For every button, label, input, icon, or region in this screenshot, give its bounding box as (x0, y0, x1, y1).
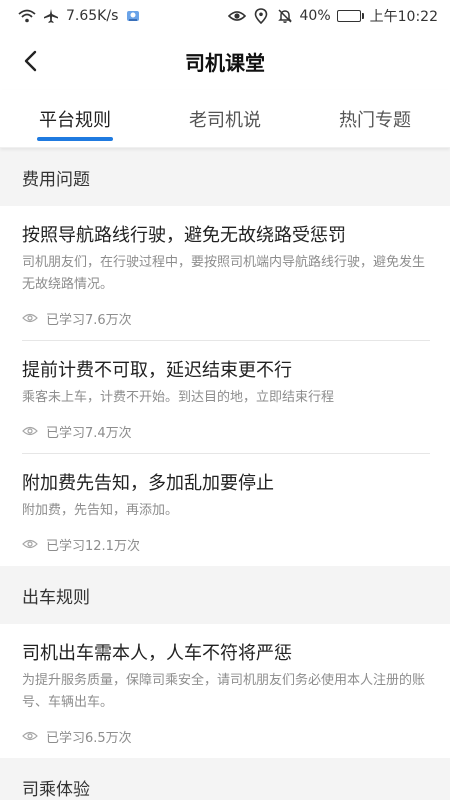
article-list: 费用问题 按照导航路线行驶，避免无故绕路受惩罚 司机朋友们，在行驶过程中，要按照… (0, 148, 450, 800)
eye-icon (22, 536, 38, 552)
eye-icon (22, 310, 38, 326)
article-description: 为提升服务质量，保障司乘安全，请司机朋友们务必使用本人注册的账号、车辆出车。 (22, 673, 426, 710)
article-meta: 已学习12.1万次 (22, 522, 428, 566)
view-count: 已学习7.4万次 (46, 425, 132, 441)
battery-percent: 40% (299, 8, 331, 24)
eye-comfort-icon (227, 7, 246, 25)
clock: 上午10:22 (369, 9, 438, 25)
list-item[interactable]: 司机出车需本人，人车不符将严惩 为提升服务质量，保障司乘安全，请司机朋友们务必使… (0, 624, 450, 758)
battery-icon (336, 10, 364, 22)
list-item[interactable]: 提前计费不可取，延迟结束更不行 乘客未上车，计费不开始。到达目的地，立即结束行程… (0, 341, 450, 453)
network-speed: 7.65K/s (66, 8, 119, 24)
list-item[interactable]: 按照导航路线行驶，避免无故绕路受惩罚 司机朋友们，在行驶过程中，要按照司机端内导… (0, 206, 450, 340)
tab-label: 热门专题 (339, 109, 411, 131)
chevron-left-icon (24, 50, 37, 72)
mute-bell-icon (276, 7, 294, 25)
article-title: 司机出车需本人，人车不符将严惩 (22, 643, 292, 664)
app-header: 司机课堂 (0, 32, 450, 90)
article-description: 乘客未上车，计费不开始。到达目的地，立即结束行程 (22, 390, 335, 405)
airplane-icon (42, 7, 60, 25)
article-description: 司机朋友们，在行驶过程中，要按照司机端内导航路线行驶，避免发生无故绕路情况。 (22, 255, 426, 292)
eye-icon (22, 728, 38, 744)
tab-hot-topics[interactable]: 热门专题 (300, 90, 450, 147)
article-description: 附加费，先告知，再添加。 (22, 503, 179, 518)
tab-bar: 平台规则 老司机说 热门专题 (0, 90, 450, 148)
location-icon (252, 7, 270, 25)
article-meta: 已学习7.4万次 (22, 409, 428, 453)
eye-icon (22, 423, 38, 439)
article-title: 附加费先告知，多加乱加要停止 (22, 473, 274, 494)
status-bar: 7.65K/s 40% 上午10:22 (0, 0, 450, 32)
article-meta: 已学习6.5万次 (22, 714, 428, 758)
wifi-icon (18, 7, 36, 25)
tab-platform-rules[interactable]: 平台规则 (0, 90, 150, 147)
tab-veteran-drivers[interactable]: 老司机说 (150, 90, 300, 147)
view-count: 已学习6.5万次 (46, 730, 132, 746)
section-header-departure-rules: 出车规则 (0, 566, 450, 624)
status-left: 7.65K/s (18, 7, 142, 25)
tab-label: 老司机说 (189, 109, 261, 131)
page-title: 司机课堂 (185, 50, 265, 75)
article-meta: 已学习7.6万次 (22, 296, 428, 340)
view-count: 已学习7.6万次 (46, 312, 132, 328)
article-title: 提前计费不可取，延迟结束更不行 (22, 360, 292, 381)
section-header-ride-experience: 司乘体验 (0, 758, 450, 800)
back-button[interactable] (14, 44, 46, 78)
section-header-fees: 费用问题 (0, 148, 450, 206)
view-count: 已学习12.1万次 (46, 538, 140, 554)
active-tab-indicator (37, 137, 113, 141)
status-right: 40% 上午10:22 (227, 6, 438, 26)
list-item[interactable]: 附加费先告知，多加乱加要停止 附加费，先告知，再添加。 已学习12.1万次 (0, 454, 450, 566)
tab-label: 平台规则 (39, 109, 111, 131)
article-title: 按照导航路线行驶，避免无故绕路受惩罚 (22, 225, 346, 246)
app-notification-icon (124, 7, 142, 25)
